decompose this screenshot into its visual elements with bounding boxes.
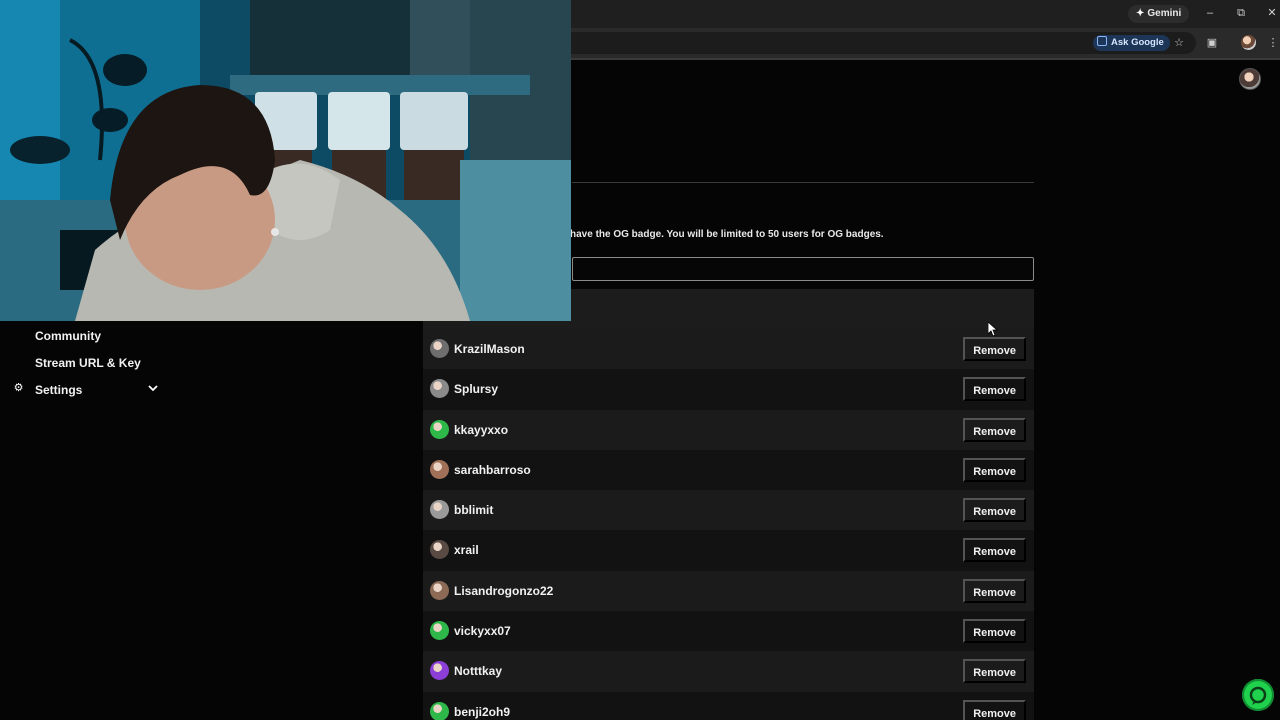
remove-button[interactable]: Remove <box>963 699 1026 720</box>
remove-button[interactable]: Remove <box>963 498 1026 523</box>
list-item: xrail Remove <box>423 530 1034 571</box>
mouse-cursor-icon <box>988 322 998 336</box>
chat-icon <box>1249 686 1267 705</box>
browser-profile-avatar[interactable] <box>1241 35 1256 50</box>
username: sarahbarroso <box>454 462 531 477</box>
sidebar-item-stream-url-key[interactable]: Stream URL & Key <box>35 356 141 370</box>
close-icon[interactable]: ✕ <box>1265 6 1279 20</box>
remove-button[interactable]: Remove <box>963 377 1026 402</box>
ask-google-label: Ask Google <box>1111 37 1164 48</box>
user-avatar[interactable] <box>1239 68 1261 90</box>
username: bblimit <box>454 503 494 518</box>
remove-button[interactable]: Remove <box>963 619 1026 644</box>
username: Lisandrogonzo22 <box>454 583 554 598</box>
remove-button[interactable]: Remove <box>963 659 1026 684</box>
list-item: bblimit Remove <box>423 490 1034 531</box>
sidebar-item-settings[interactable]: Settings <box>35 383 82 397</box>
section-divider <box>572 182 1034 183</box>
lens-icon <box>1097 36 1107 46</box>
avatar <box>430 500 449 520</box>
username: xrail <box>454 543 479 558</box>
list-item: KrazilMason Remove <box>423 329 1034 370</box>
list-item: kkayyxxo Remove <box>423 409 1034 450</box>
username: Notttkay <box>454 664 503 679</box>
bookmark-star-icon[interactable]: ☆ <box>1172 36 1186 50</box>
username: Splursy <box>454 382 499 397</box>
avatar <box>430 459 449 479</box>
add-user-input[interactable] <box>572 257 1034 281</box>
chevron-down-icon[interactable] <box>147 382 159 394</box>
avatar <box>430 580 449 600</box>
avatar <box>430 621 449 641</box>
avatar <box>430 379 449 399</box>
remove-button[interactable]: Remove <box>963 337 1026 361</box>
avatar <box>430 540 449 560</box>
sparkle-icon: ✦ <box>1136 8 1145 19</box>
remove-button[interactable]: Remove <box>963 538 1026 563</box>
gear-icon: ⚙ <box>13 382 24 394</box>
webcam-overlay <box>0 0 571 321</box>
gemini-label: Gemini <box>1147 8 1182 19</box>
gemini-button[interactable]: ✦ Gemini <box>1128 5 1190 23</box>
webcam-feed <box>0 0 571 321</box>
support-chat-button[interactable] <box>1242 679 1274 711</box>
avatar <box>430 339 449 358</box>
avatar <box>430 419 449 439</box>
side-panel-icon[interactable]: ▣ <box>1205 36 1219 50</box>
ask-google-button[interactable]: Ask Google <box>1093 35 1170 51</box>
more-menu-icon[interactable]: ⋮ <box>1266 36 1280 50</box>
list-item: Lisandrogonzo22 Remove <box>423 570 1034 612</box>
list-item: benji2oh9 Remove <box>423 691 1034 720</box>
username: kkayyxxo <box>454 422 509 437</box>
username: benji2oh9 <box>454 704 511 719</box>
remove-button[interactable]: Remove <box>963 417 1026 442</box>
avatar <box>430 701 449 720</box>
avatar <box>430 661 449 681</box>
list-item: Splursy Remove <box>423 369 1034 410</box>
list-item: Notttkay Remove <box>423 651 1034 692</box>
og-badge-user-list: KrazilMason Remove Splursy Remove kkayyx… <box>423 329 1034 720</box>
username: vickyxx07 <box>454 624 511 639</box>
restore-icon[interactable]: ⧉ <box>1234 6 1248 20</box>
list-item: vickyxx07 Remove <box>423 611 1034 652</box>
remove-button[interactable]: Remove <box>963 457 1026 482</box>
remove-button[interactable]: Remove <box>963 578 1026 603</box>
og-badge-notice: have the OG badge. You will be limited t… <box>570 229 884 240</box>
minimize-icon[interactable]: – <box>1203 6 1217 20</box>
username: KrazilMason <box>454 342 525 356</box>
list-item: sarahbarroso Remove <box>423 449 1034 491</box>
sidebar-item-community[interactable]: Community <box>35 329 101 343</box>
